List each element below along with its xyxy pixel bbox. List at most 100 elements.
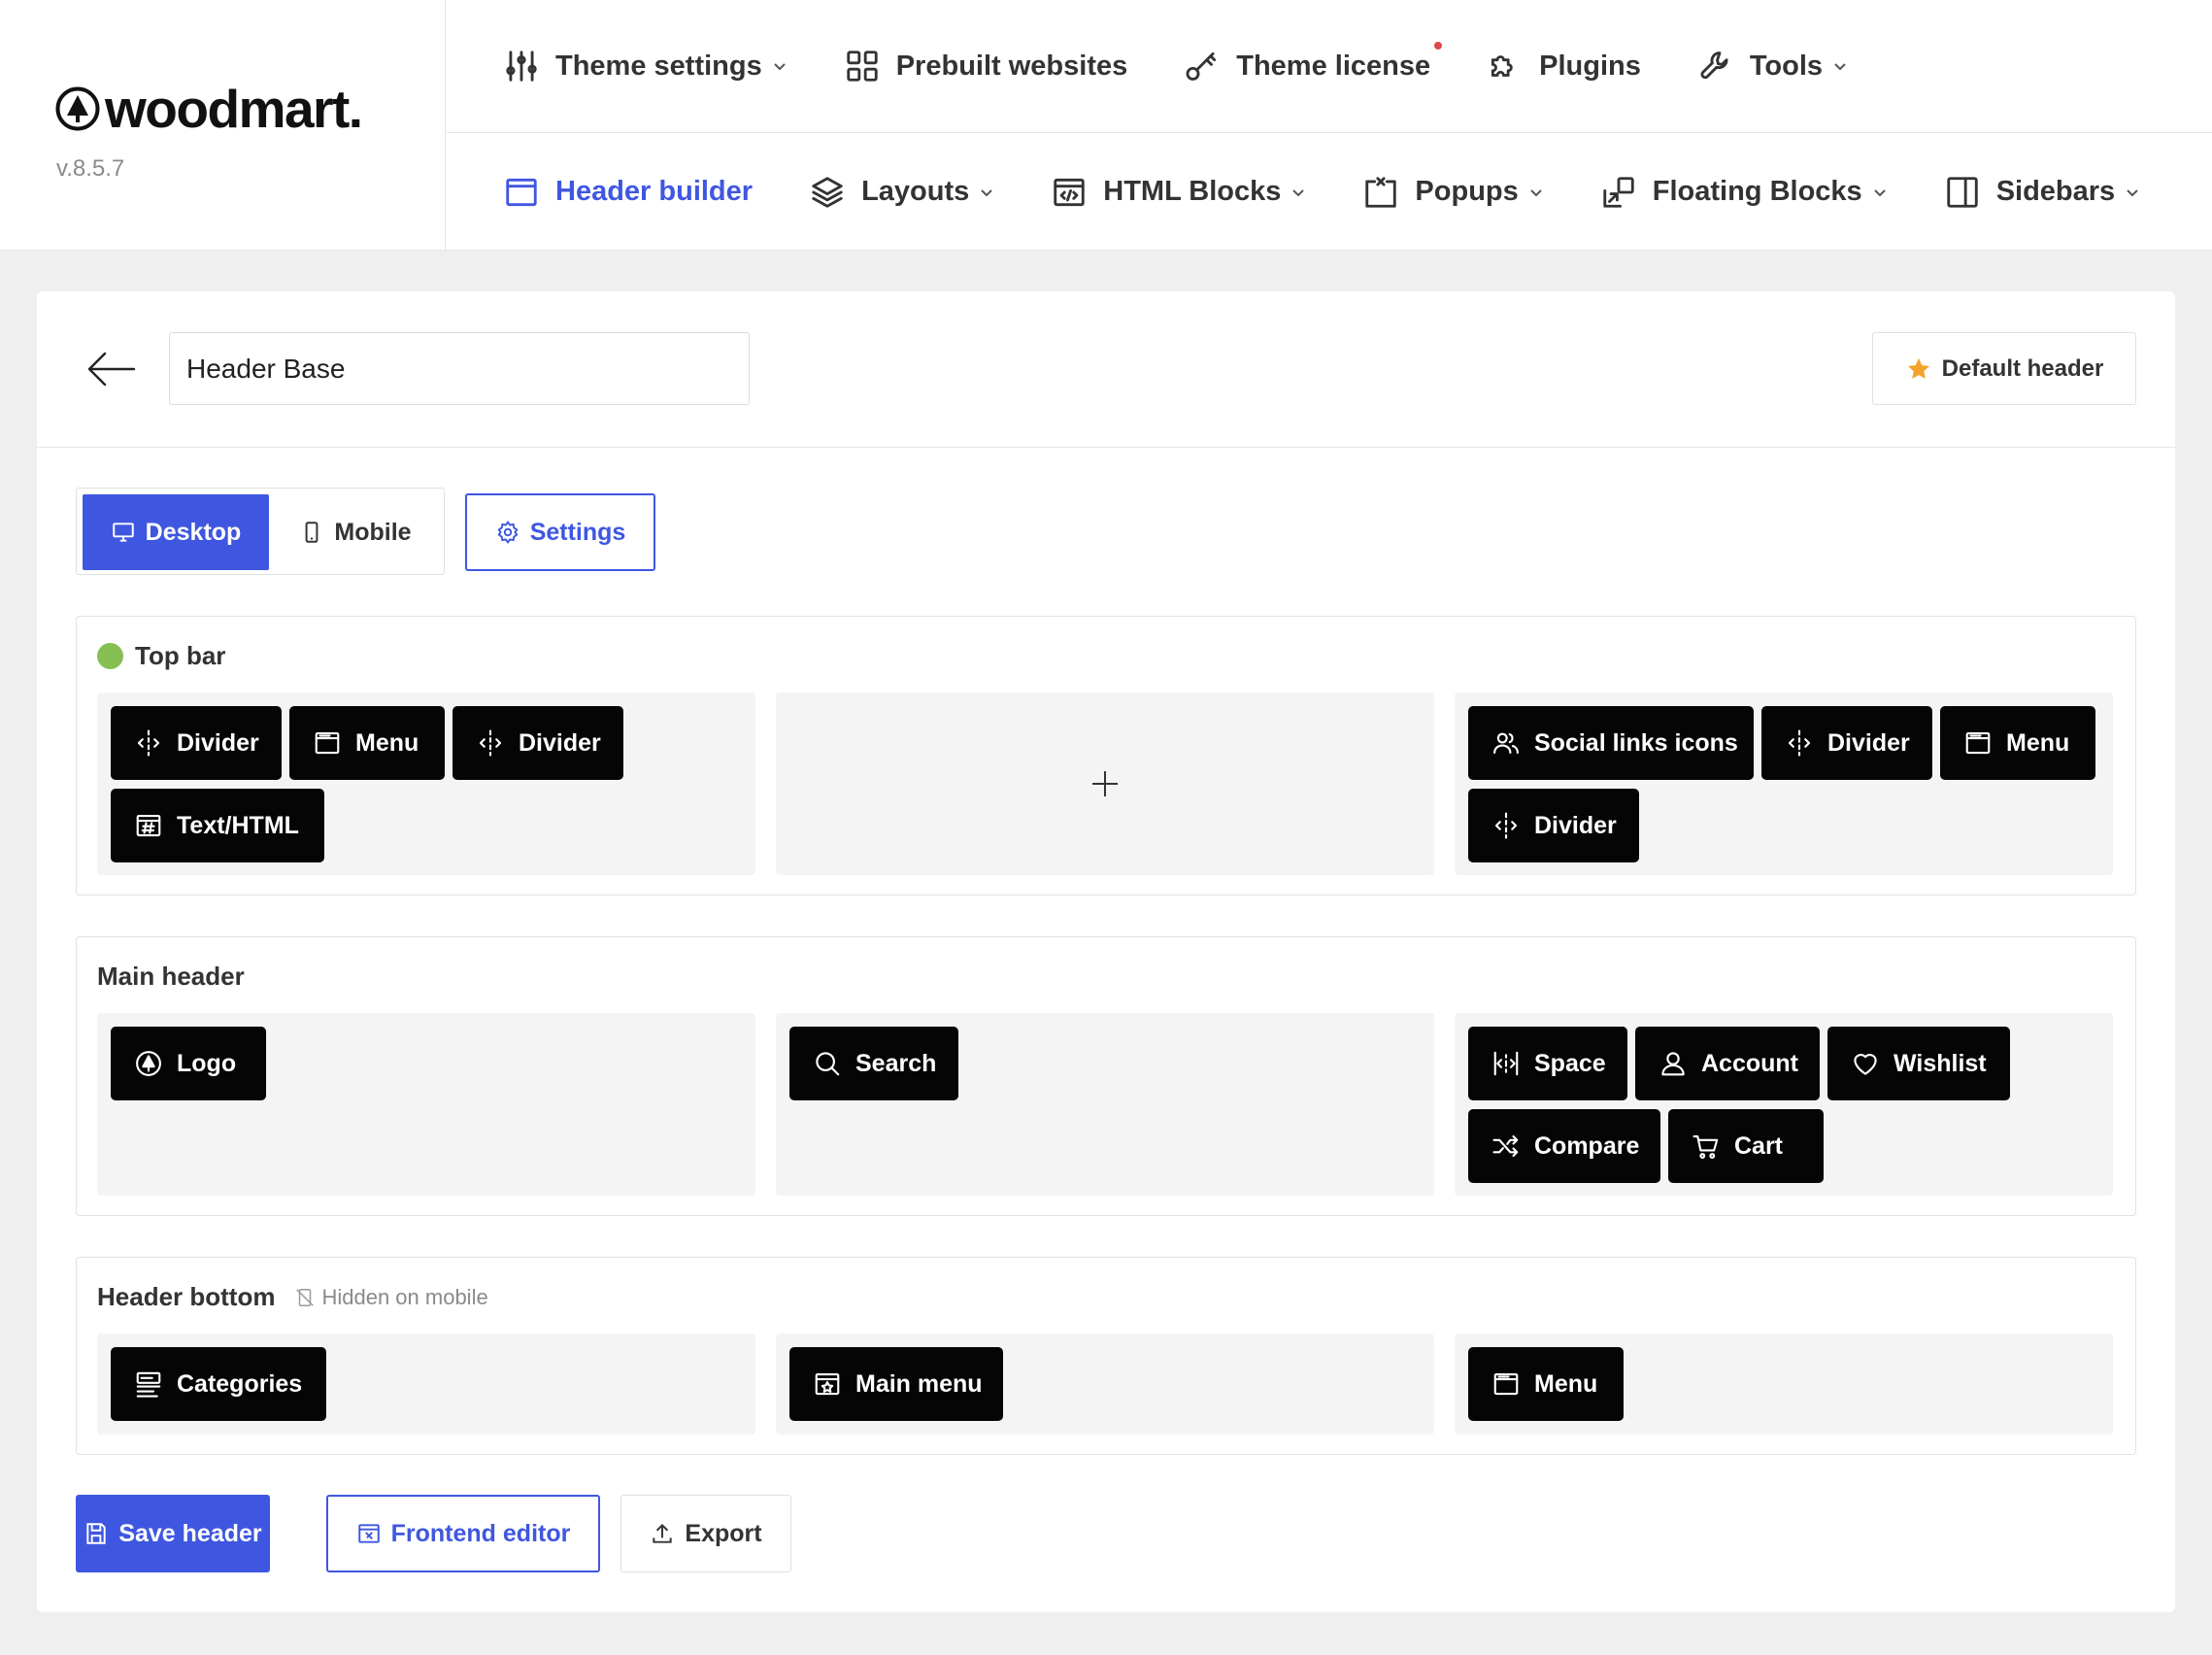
export-label: Export: [685, 1519, 762, 1547]
top-bar-right-column[interactable]: Social links icons Divider Menu Divider: [1455, 692, 2113, 875]
header-bottom-center-column[interactable]: Main menu: [776, 1334, 1434, 1435]
element-main-menu[interactable]: Main menu: [789, 1347, 1003, 1421]
divider-icon: [137, 729, 160, 757]
chevron-down-icon: [1873, 188, 1886, 196]
element-categories[interactable]: Categories: [111, 1347, 326, 1421]
element-label: Menu: [355, 728, 419, 757]
desktop-tab[interactable]: Desktop: [83, 494, 269, 570]
brand-logo[interactable]: woodmart.: [54, 79, 363, 139]
row-main-header: Main header Logo Search Space Account Wi…: [76, 936, 2136, 1216]
frontend-editor-icon: [357, 1524, 380, 1543]
element-label: Social links icons: [1534, 728, 1738, 757]
frontend-editor-button[interactable]: Frontend editor: [326, 1495, 600, 1572]
hidden-note-text: Hidden on mobile: [321, 1284, 488, 1309]
row-title: Main header: [97, 962, 245, 992]
element-menu[interactable]: Menu: [289, 706, 445, 780]
frontend-label: Frontend editor: [390, 1519, 571, 1547]
nav-tools[interactable]: Tools: [1697, 48, 1848, 84]
gear-icon: [497, 521, 519, 544]
element-label: Compare: [1534, 1131, 1640, 1160]
nav-layouts[interactable]: Layouts: [809, 174, 994, 211]
main-header-center-column[interactable]: Search: [776, 1013, 1434, 1196]
categories-icon: [136, 1371, 161, 1398]
nav-html-blocks[interactable]: HTML Blocks: [1051, 174, 1306, 211]
element-label: Search: [855, 1049, 937, 1077]
element-divider[interactable]: Divider: [1761, 706, 1932, 780]
element-space[interactable]: Space: [1468, 1027, 1627, 1100]
nav-label: Theme license: [1236, 50, 1431, 82]
element-social-links-icons[interactable]: Social links icons: [1468, 706, 1754, 780]
element-label: Text/HTML: [177, 811, 299, 839]
element-search[interactable]: Search: [789, 1027, 958, 1100]
menu-window-icon: [315, 731, 340, 755]
header-bottom-right-column[interactable]: Menu: [1455, 1334, 2113, 1435]
row-title: Header bottom Hidden on mobile: [97, 1282, 488, 1312]
element-label: Main menu: [855, 1369, 983, 1398]
main-header-left-column[interactable]: Logo: [97, 1013, 755, 1196]
nav-label: Tools: [1749, 50, 1824, 82]
element-wishlist[interactable]: Wishlist: [1827, 1027, 2010, 1100]
divider-icon: [1788, 729, 1811, 757]
nav-label: Prebuilt websites: [895, 50, 1128, 82]
top-bar-left-column[interactable]: Divider Menu Divider Text/HTML: [97, 692, 755, 875]
element-compare[interactable]: Compare: [1468, 1109, 1660, 1183]
brand-name: woodmart.: [105, 79, 363, 139]
element-label: Menu: [2006, 728, 2070, 757]
element-menu[interactable]: Menu: [1468, 1347, 1624, 1421]
element-cart[interactable]: Cart: [1668, 1109, 1824, 1183]
star-window-icon: [815, 1372, 840, 1396]
builder-toolbar: Default header: [37, 291, 2175, 448]
nav-header-builder[interactable]: Header builder: [503, 174, 753, 211]
nav-theme-settings[interactable]: Theme settings: [503, 48, 788, 84]
sliders-icon: [506, 51, 537, 82]
default-header-label: Default header: [1941, 355, 2104, 382]
element-label: Logo: [177, 1049, 237, 1077]
element-label: Space: [1534, 1049, 1606, 1077]
element-divider[interactable]: Divider: [452, 706, 623, 780]
shuffle-icon: [1492, 1134, 1519, 1158]
sidebar-icon: [1947, 176, 1978, 208]
default-header-button[interactable]: Default header: [1872, 332, 2136, 405]
nav-floating-blocks[interactable]: Floating Blocks: [1600, 174, 1888, 211]
element-account[interactable]: Account: [1635, 1027, 1820, 1100]
nav-label: Floating Blocks: [1652, 176, 1862, 207]
nav-theme-license[interactable]: Theme license: [1184, 42, 1443, 84]
upload-icon: [653, 1523, 673, 1543]
monitor-icon: [112, 523, 134, 542]
back-arrow-icon[interactable]: [85, 348, 136, 390]
window-icon: [506, 178, 537, 206]
status-dot: [97, 643, 123, 669]
header-name-input[interactable]: [169, 332, 750, 405]
top-bar-center-column[interactable]: [776, 692, 1434, 875]
export-button[interactable]: Export: [620, 1495, 791, 1572]
element-logo[interactable]: Logo: [111, 1027, 266, 1100]
nav-sidebars[interactable]: Sidebars: [1944, 174, 2141, 211]
popup-icon: [1365, 176, 1397, 208]
key-icon: [1186, 51, 1217, 81]
element-menu[interactable]: Menu: [1940, 706, 2095, 780]
nav-plugins[interactable]: Plugins: [1487, 48, 1641, 84]
save-label: Save header: [118, 1519, 262, 1547]
phone-icon: [306, 522, 318, 543]
nav-prebuilt-websites[interactable]: Prebuilt websites: [844, 48, 1128, 84]
admin-header: woodmart. v.8.5.7 Theme settings Prebuil…: [0, 0, 2212, 251]
element-divider[interactable]: Divider: [111, 706, 282, 780]
settings-button[interactable]: Settings: [465, 493, 655, 571]
element-text-html[interactable]: Text/HTML: [111, 789, 324, 862]
plus-icon[interactable]: [1090, 769, 1120, 798]
nav-label: HTML Blocks: [1103, 176, 1282, 207]
nav-label: Popups: [1415, 176, 1519, 207]
nav-label: Plugins: [1539, 50, 1641, 82]
mobile-tab[interactable]: Mobile: [269, 494, 442, 570]
chevron-down-icon: [774, 63, 786, 71]
wrench-icon: [1700, 51, 1728, 80]
save-header-button[interactable]: Save header: [76, 1495, 270, 1572]
chevron-down-icon: [1530, 188, 1542, 196]
element-divider[interactable]: Divider: [1468, 789, 1639, 862]
header-bottom-left-column[interactable]: Categories: [97, 1334, 755, 1435]
grid-icon: [847, 51, 878, 82]
main-header-right-column[interactable]: Space Account Wishlist Compare Cart: [1455, 1013, 2113, 1196]
star-icon: [1907, 357, 1929, 379]
nav-popups[interactable]: Popups: [1362, 174, 1543, 211]
hidden-on-mobile-note: Hidden on mobile: [294, 1284, 488, 1310]
